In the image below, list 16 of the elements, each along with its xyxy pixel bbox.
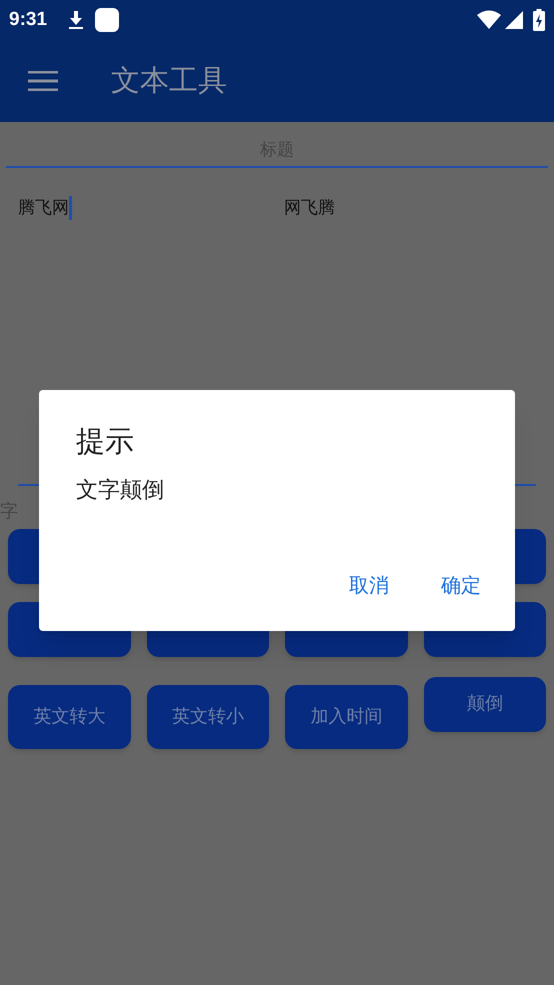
wifi-icon <box>477 10 501 30</box>
app-notification-icon <box>95 8 120 32</box>
tool-button[interactable]: 英文转小 <box>146 684 269 748</box>
battery-icon <box>533 9 545 31</box>
tool-button[interactable]: 英文转大 <box>8 684 130 748</box>
download-icon <box>67 10 86 30</box>
signal-icon <box>505 11 523 29</box>
tool-button[interactable]: 颠倒 <box>424 676 546 732</box>
menu-icon[interactable] <box>28 71 58 91</box>
dialog-title: 提示 <box>76 423 134 460</box>
dialog-button[interactable]: 取消 <box>341 568 397 602</box>
status-time: 9:31 <box>9 8 48 32</box>
tool-button[interactable]: 加入时间 <box>285 684 408 748</box>
app-title: 文本工具 <box>111 62 227 100</box>
dialog-message: 文字颠倒 <box>76 477 164 505</box>
dialog-button[interactable]: 确定 <box>433 568 489 602</box>
